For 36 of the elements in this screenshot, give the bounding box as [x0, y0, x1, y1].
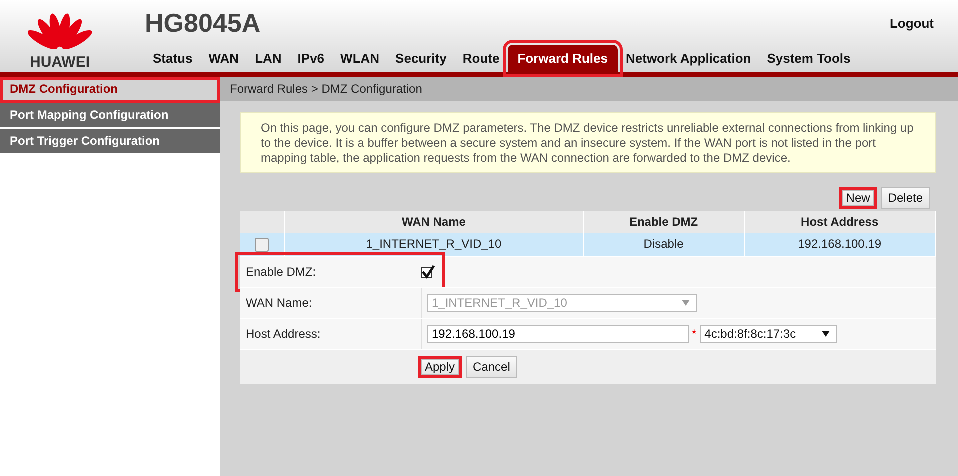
- table-cell: 192.168.100.19: [744, 233, 936, 256]
- nav-tab[interactable]: WLAN: [332, 45, 388, 72]
- table-button[interactable]: Delete: [881, 187, 930, 209]
- field-label: Enable DMZ:: [245, 264, 318, 281]
- nav-tab[interactable]: IPv6: [290, 45, 333, 72]
- logo-text: HUAWEI: [30, 54, 90, 71]
- nav-tab[interactable]: Network Application: [618, 45, 760, 72]
- required-mark: *: [692, 326, 697, 341]
- nav-tab[interactable]: LAN: [247, 45, 290, 72]
- checkbox[interactable]: [421, 264, 435, 279]
- form-button[interactable]: Apply: [418, 356, 462, 378]
- mac-select[interactable]: 4c:bd:8f:8c:17:3c: [700, 324, 837, 343]
- info-text: On this page, you can configure DMZ parameters. The DMZ device restricts unreliable external connections from linking up to the device. It is a buffer between a secure system and an insecure system. If the WAN port is not listed in the port mapping table, the application requests from the WAN connection are forwarded to the DMZ device.: [240, 112, 936, 173]
- host-address-field[interactable]: 192.168.100.19: [427, 324, 689, 343]
- column-header: Enable DMZ: [583, 211, 744, 233]
- row-checkbox[interactable]: [255, 238, 269, 252]
- caret-icon: [822, 330, 830, 337]
- sidebar-item[interactable]: DMZ Configuration: [0, 77, 220, 103]
- nav-tab[interactable]: Status: [145, 45, 201, 72]
- nav-tab[interactable]: WAN: [200, 45, 248, 72]
- caret-icon: [682, 300, 690, 306]
- nav-tab[interactable]: Forward Rules: [508, 45, 618, 72]
- sidebar-item[interactable]: Port Mapping Configuration: [0, 103, 220, 129]
- table-cell: 1_INTERNET_R_VID_10: [284, 233, 584, 256]
- nav-tab[interactable]: System Tools: [759, 45, 859, 72]
- nav-tab[interactable]: Security: [388, 45, 455, 72]
- nav-tab[interactable]: Route: [454, 45, 508, 72]
- breadcrumb: Forward Rules > DMZ Configuration: [220, 77, 958, 101]
- device-model: HG8045A: [145, 8, 261, 39]
- sidebar-item[interactable]: Port Trigger Configuration: [0, 129, 220, 155]
- table-cell: Disable: [583, 233, 744, 256]
- table-button[interactable]: New: [839, 187, 878, 209]
- column-header: WAN Name: [284, 211, 584, 233]
- form-button[interactable]: Cancel: [466, 356, 518, 378]
- column-header: Host Address: [744, 211, 936, 233]
- logout-link[interactable]: Logout: [890, 16, 934, 31]
